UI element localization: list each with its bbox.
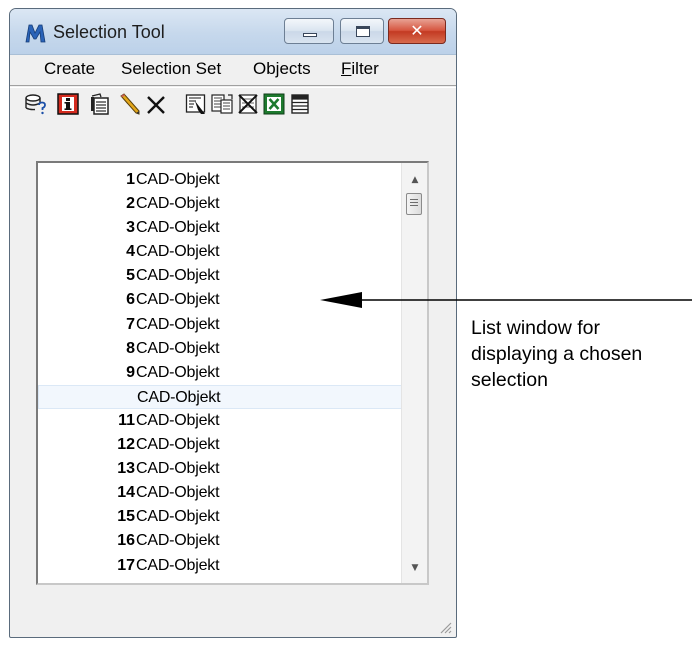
delete-icon[interactable] (144, 92, 168, 116)
selection-list: 1 CAD-Objekt 2 CAD-Objekt 3 CAD-Objekt 4 CAD… (38, 168, 403, 578)
list-item[interactable]: 4 CAD-Objekt (38, 240, 403, 264)
close-button[interactable]: ✕ (388, 18, 446, 44)
selection-list-box[interactable]: 1 CAD-Objekt 2 CAD-Objekt 3 CAD-Objekt 4 CAD… (36, 161, 429, 585)
row-label: CAD-Objekt (136, 267, 220, 285)
list-item[interactable]: 5 CAD-Objekt (38, 264, 403, 288)
row-number: 16 (117, 532, 135, 550)
list-item[interactable]: 14 CAD-Objekt (38, 481, 403, 505)
table-icon[interactable] (288, 92, 312, 116)
row-label: CAD-Objekt (136, 339, 220, 357)
vertical-scrollbar[interactable]: ▲ ▼ (401, 163, 427, 583)
row-number: 6 (126, 291, 135, 309)
list-item[interactable]: 13 CAD-Objekt (38, 457, 403, 481)
row-number: 2 (126, 195, 135, 213)
row-label: CAD-Objekt (136, 363, 220, 381)
menu-selection-set[interactable]: Selection Set (121, 59, 221, 79)
row-number: 17 (117, 556, 135, 574)
maximize-button[interactable] (340, 18, 384, 44)
row-label: CAD-Objekt (136, 532, 220, 550)
menu-objects[interactable]: Objects (253, 59, 311, 79)
row-number: 13 (117, 460, 135, 478)
list-item[interactable]: 1 CAD-Objekt (38, 168, 403, 192)
scroll-down-arrow-icon[interactable]: ▼ (402, 557, 428, 579)
row-label: CAD-Objekt (136, 315, 220, 333)
list-item[interactable]: 16 CAD-Objekt (38, 529, 403, 553)
grip-icon (410, 199, 418, 208)
copy-icon[interactable] (88, 92, 112, 116)
row-number: 5 (126, 267, 135, 285)
list-item[interactable]: 3 CAD-Objekt (38, 216, 403, 240)
list-item[interactable]: 7 CAD-Objekt (38, 313, 403, 337)
minimize-icon (303, 33, 317, 37)
window-title: Selection Tool (53, 22, 165, 42)
excel-export-icon[interactable] (262, 92, 286, 116)
scroll-thumb[interactable] (406, 193, 422, 215)
row-label: CAD-Objekt (136, 484, 220, 502)
row-label: CAD-Objekt (136, 460, 220, 478)
list-item[interactable]: 17 CAD-Objekt (38, 554, 403, 578)
list-item[interactable]: 11 CAD-Objekt (38, 409, 403, 433)
callout-line: selection (471, 369, 548, 391)
callout-line: List window for (471, 317, 600, 339)
info-icon[interactable] (56, 92, 80, 116)
row-number: 15 (117, 508, 135, 526)
resize-grip-icon[interactable] (438, 619, 452, 634)
microstation-app-icon (24, 22, 48, 44)
menu-filter-rest: ilter (351, 59, 379, 78)
menu-bar: Create Selection Set Objects Filter (10, 56, 456, 88)
row-label: CAD-Objekt (136, 436, 220, 454)
select-set-icon[interactable] (210, 92, 234, 116)
row-number: 11 (118, 411, 135, 429)
title-bar[interactable]: Selection Tool ✕ (10, 9, 456, 55)
row-label: CAD-Objekt (136, 508, 220, 526)
list-item[interactable]: 2 CAD-Objekt (38, 192, 403, 216)
query-icon[interactable] (24, 92, 48, 116)
row-label: CAD-Objekt (136, 291, 220, 309)
pencil-icon[interactable] (118, 92, 142, 116)
scroll-up-arrow-icon[interactable]: ▲ (402, 169, 428, 191)
list-item-selected[interactable]: CAD-Objekt (38, 384, 403, 409)
minimize-button[interactable] (284, 18, 334, 44)
row-label: CAD-Objekt (137, 388, 221, 406)
menu-filter[interactable]: Filter (341, 59, 379, 79)
menu-create[interactable]: Create (44, 59, 95, 79)
toolbar (10, 89, 456, 123)
row-label: CAD-Objekt (136, 219, 220, 237)
row-number: 14 (117, 484, 135, 502)
row-number: 1 (126, 171, 135, 188)
row-number: 12 (117, 436, 135, 454)
select-tool-icon[interactable] (184, 92, 208, 116)
menu-filter-mnemonic: F (341, 59, 352, 78)
row-number: 3 (126, 219, 135, 237)
callout-arrow-icon (320, 292, 692, 308)
row-number: 8 (126, 339, 135, 357)
list-item[interactable]: 15 CAD-Objekt (38, 505, 403, 529)
row-label: CAD-Objekt (136, 171, 220, 188)
maximize-icon (356, 26, 370, 37)
list-item[interactable]: 8 CAD-Objekt (38, 337, 403, 361)
list-item[interactable]: 9 CAD-Objekt (38, 361, 403, 385)
row-label: CAD-Objekt (136, 243, 220, 261)
screenshot-page: Selection Tool ✕ Create Selection Set Ob… (0, 0, 694, 646)
selection-tool-window: Selection Tool ✕ Create Selection Set Ob… (9, 8, 457, 638)
callout-line: displaying a chosen (471, 343, 643, 365)
clear-selection-icon[interactable] (236, 92, 260, 116)
close-icon: ✕ (410, 21, 424, 40)
row-label: CAD-Objekt (136, 411, 220, 429)
row-number: 9 (126, 363, 135, 381)
list-item[interactable]: 12 CAD-Objekt (38, 433, 403, 457)
row-number: 7 (126, 315, 135, 333)
row-label: CAD-Objekt (136, 556, 220, 574)
row-number: 4 (126, 243, 135, 261)
row-label: CAD-Objekt (136, 195, 220, 213)
callout-annotation: List window for displaying a chosen sele… (471, 315, 693, 393)
